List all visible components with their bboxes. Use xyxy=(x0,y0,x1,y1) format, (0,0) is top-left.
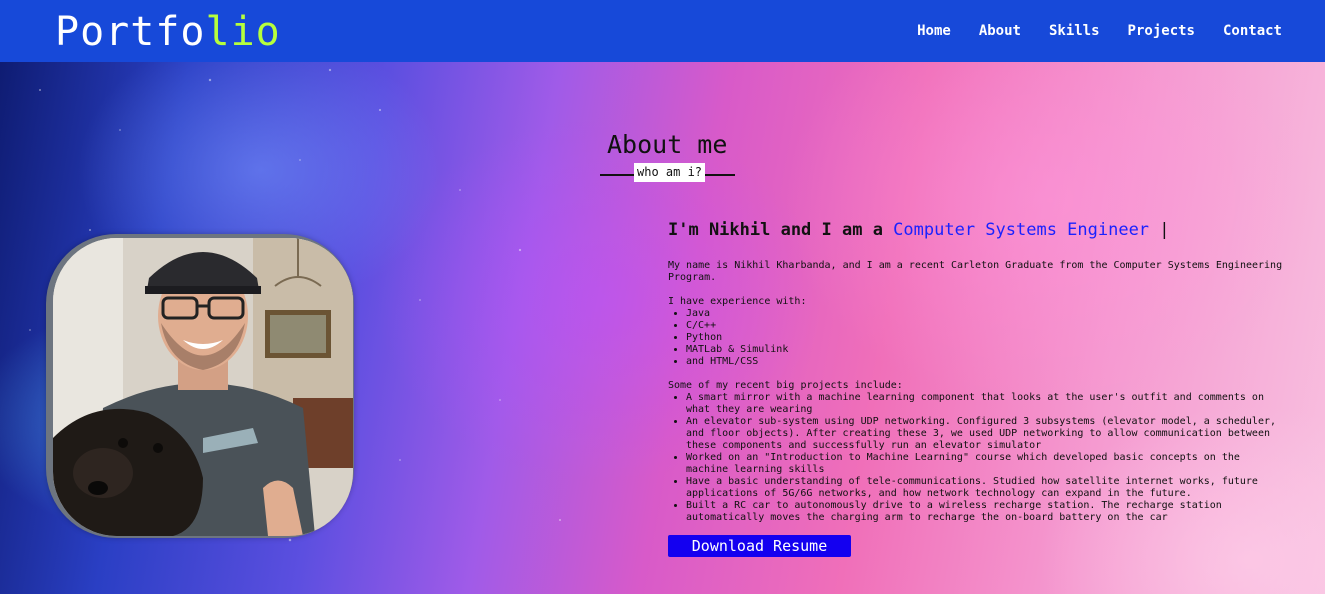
experience-heading: I have experience with: xyxy=(668,296,807,307)
intro-heading: I'm Nikhil and I am a Computer Systems E… xyxy=(668,219,1170,241)
intro-role-typed: Computer Systems Engineer xyxy=(893,220,1150,240)
list-item: An elevator sub-system using UDP network… xyxy=(686,416,1288,452)
profile-photo-illustration xyxy=(53,238,353,536)
subtitle-divider-left xyxy=(600,174,634,176)
subtitle-divider-right xyxy=(702,174,735,176)
projects-heading: Some of my recent big projects include: xyxy=(668,380,903,391)
list-item: A smart mirror with a machine learning c… xyxy=(686,392,1288,416)
page: Portfolio Home About Skills Projects Con… xyxy=(0,0,1325,594)
nav-link-home[interactable]: Home xyxy=(917,21,951,41)
summary-text: My name is Nikhil Kharbanda, and I am a … xyxy=(668,260,1283,283)
nav-link-projects[interactable]: Projects xyxy=(1128,21,1195,41)
nav-menu: Home About Skills Projects Contact xyxy=(917,21,1282,41)
typing-cursor xyxy=(1149,220,1159,240)
section-title: About me xyxy=(607,130,728,159)
experience-list: Java C/C++ Python MATLab & Simulink and … xyxy=(668,308,1288,368)
projects-list: A smart mirror with a machine learning c… xyxy=(668,392,1288,524)
profile-photo xyxy=(53,238,353,536)
navbar: Portfolio Home About Skills Projects Con… xyxy=(0,0,1325,62)
logo-accent-text: lio xyxy=(205,9,281,55)
nav-link-contact[interactable]: Contact xyxy=(1223,21,1282,41)
list-item: Java xyxy=(686,308,1288,320)
list-item: MATLab & Simulink xyxy=(686,344,1288,356)
site-logo[interactable]: Portfolio xyxy=(55,8,281,56)
intro-prefix: I'm Nikhil and I am a xyxy=(668,220,894,240)
nav-link-skills[interactable]: Skills xyxy=(1049,21,1100,41)
nav-link-about[interactable]: About xyxy=(979,21,1021,41)
list-item: and HTML/CSS xyxy=(686,356,1288,368)
list-item: Have a basic understanding of tele-commu… xyxy=(686,476,1288,500)
section-subtitle: who am i? xyxy=(634,163,706,182)
about-body: My name is Nikhil Kharbanda, and I am a … xyxy=(668,260,1288,524)
logo-main-text: Portfo xyxy=(55,9,206,55)
list-item: Worked on an "Introduction to Machine Le… xyxy=(686,452,1288,476)
download-resume-button[interactable]: Download Resume xyxy=(668,535,851,557)
list-item: Python xyxy=(686,332,1288,344)
list-item: C/C++ xyxy=(686,320,1288,332)
list-item: Built a RC car to autonomously drive to … xyxy=(686,500,1288,524)
typing-cursor-glyph: | xyxy=(1159,220,1170,240)
